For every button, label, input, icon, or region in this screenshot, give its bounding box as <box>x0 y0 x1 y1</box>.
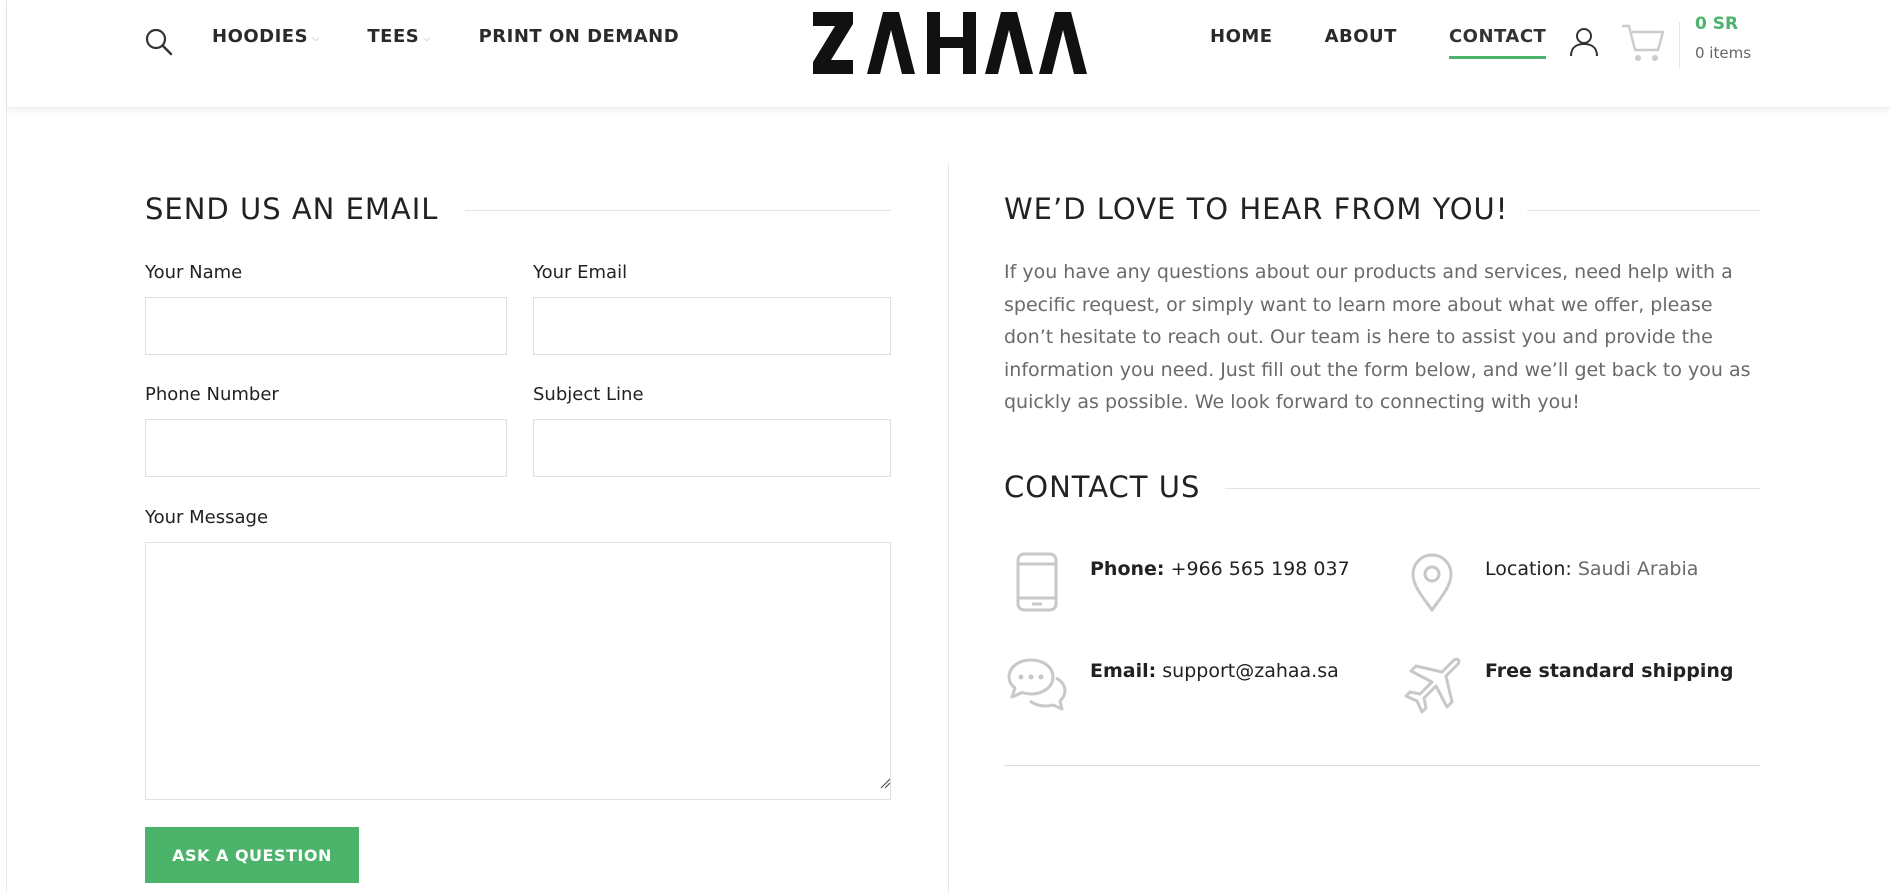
nav-item-label: PRINT ON DEMAND <box>478 26 680 47</box>
title-divider <box>465 210 891 211</box>
primary-nav-left: HOODIES ⌵ TEES ⌵ PRINT ON DEMAND <box>212 26 727 47</box>
location-label: Location: <box>1485 558 1572 580</box>
email-label: Email: <box>1090 660 1157 682</box>
airplane-icon <box>1404 657 1461 714</box>
about-title: WE’D LOVE TO HEAR FROM YOU! <box>1004 192 1509 226</box>
email-input[interactable] <box>533 297 891 355</box>
nav-item-print-on-demand[interactable]: PRINT ON DEMAND <box>479 26 680 47</box>
phone-icon <box>1016 552 1058 612</box>
nav-item-home[interactable]: HOME <box>1210 26 1273 47</box>
nav-item-tees[interactable]: TEES ⌵ <box>367 26 430 47</box>
nav-item-label: HOODIES <box>212 26 309 47</box>
chevron-down-icon: ⌵ <box>312 33 320 44</box>
cart-total[interactable]: 0 SR <box>1695 14 1738 34</box>
nav-item-label: HOME <box>1210 26 1273 47</box>
phone-value: +966 565 198 037 <box>1170 558 1350 580</box>
name-label: Your Name <box>145 262 243 283</box>
nav-item-hoodies[interactable]: HOODIES ⌵ <box>212 26 319 47</box>
email-label: Your Email <box>533 262 628 283</box>
contact-phone[interactable]: Phone: +966 565 198 037 <box>1090 558 1350 580</box>
message-label: Your Message <box>145 507 269 528</box>
primary-nav-right: HOME ABOUT CONTACT <box>1210 26 1598 59</box>
cart-item-count[interactable]: 0 items <box>1695 44 1751 62</box>
nav-item-contact[interactable]: CONTACT <box>1448 26 1547 59</box>
search-icon[interactable] <box>144 27 174 57</box>
email-value: support@zahaa.sa <box>1162 660 1339 682</box>
phone-label: Phone: <box>1090 558 1165 580</box>
phone-input[interactable] <box>145 419 507 477</box>
form-title: SEND US AN EMAIL <box>145 192 439 226</box>
phone-label: Phone Number <box>145 384 279 405</box>
contact-email[interactable]: Email: support@zahaa.sa <box>1090 660 1339 682</box>
user-icon[interactable] <box>1568 25 1600 57</box>
zahaa-logo[interactable] <box>813 8 1091 78</box>
shipping-label: Free standard shipping <box>1485 660 1734 682</box>
page: HOODIES ⌵ TEES ⌵ PRINT ON DEMAND HOME AB… <box>6 0 1890 893</box>
cart-icon[interactable] <box>1620 20 1666 64</box>
resize-grip-icon[interactable] <box>879 777 891 789</box>
site-header: HOODIES ⌵ TEES ⌵ PRINT ON DEMAND HOME AB… <box>7 0 1890 108</box>
section-divider <box>1004 765 1760 766</box>
contact-title: CONTACT US <box>1004 470 1201 504</box>
chevron-down-icon: ⌵ <box>423 33 431 44</box>
subject-label: Subject Line <box>533 384 644 405</box>
message-textarea[interactable] <box>145 542 891 800</box>
location-pin-icon <box>1411 553 1453 612</box>
title-divider <box>1527 210 1760 211</box>
nav-item-label: CONTACT <box>1448 26 1547 47</box>
intro-paragraph: If you have any questions about our prod… <box>1004 261 1751 413</box>
subject-input[interactable] <box>533 419 891 477</box>
column-divider <box>948 163 949 893</box>
ask-a-question-button[interactable]: ASK A QUESTION <box>145 827 359 883</box>
chat-bubbles-icon <box>1007 658 1067 711</box>
contact-location: Location: Saudi Arabia <box>1485 558 1698 580</box>
nav-item-label: ABOUT <box>1324 26 1397 47</box>
cart-divider <box>1679 22 1680 68</box>
free-shipping-text: Free standard shipping <box>1485 660 1733 682</box>
nav-item-label: TEES <box>367 26 420 47</box>
nav-item-about[interactable]: ABOUT <box>1325 26 1397 47</box>
location-value: Saudi Arabia <box>1577 558 1699 580</box>
title-divider <box>1225 488 1760 489</box>
name-input[interactable] <box>145 297 507 355</box>
